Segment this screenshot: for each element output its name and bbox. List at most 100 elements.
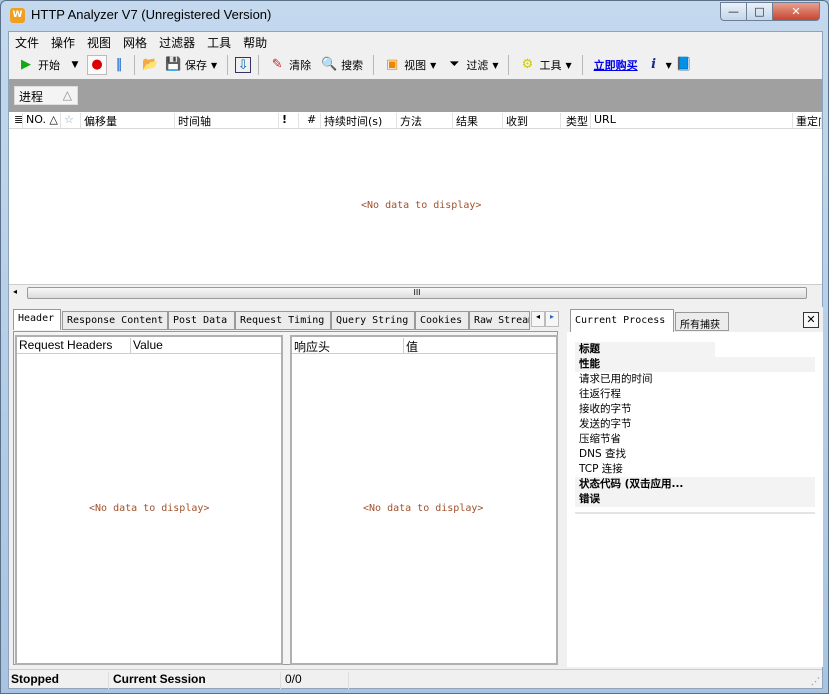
search-icon: 🔍 bbox=[321, 57, 338, 72]
group-by-panel: 进程 △ bbox=[9, 79, 822, 112]
tab-post-data[interactable]: Post Data bbox=[168, 311, 235, 330]
menu-grid[interactable]: 网格 bbox=[117, 32, 153, 52]
star-icon[interactable]: ☆ bbox=[61, 113, 81, 128]
pause-icon[interactable]: ‖ bbox=[111, 57, 127, 73]
buy-now-link[interactable]: 立即购买 bbox=[590, 57, 642, 73]
resize-grip-icon[interactable]: ⋰ bbox=[811, 676, 820, 687]
grid-header: ≣ NO. △ ☆ 偏移量 时间轴 ! # 持续时间(s) 方法 结果 收到 类… bbox=[9, 112, 822, 129]
save-button[interactable]: 💾 保存 ▼ bbox=[162, 57, 220, 73]
menu-file[interactable]: 文件 bbox=[9, 32, 45, 52]
col-url[interactable]: URL bbox=[591, 113, 793, 128]
eraser-icon: ✎ bbox=[271, 57, 283, 72]
search-label: 搜索 bbox=[341, 59, 364, 72]
menu-filter[interactable]: 过滤器 bbox=[153, 32, 201, 52]
minimize-button[interactable]: — bbox=[720, 2, 747, 21]
col-redirect[interactable]: 重定向 bbox=[793, 113, 822, 128]
col-request-headers[interactable]: Request Headers bbox=[17, 338, 131, 353]
property-row[interactable]: 压缩节省 bbox=[575, 432, 815, 447]
close-window-button[interactable]: ✕ bbox=[772, 2, 820, 21]
col-result[interactable]: 结果 bbox=[453, 113, 503, 128]
tab-query-string[interactable]: Query String bbox=[331, 311, 415, 330]
tab-request-timing[interactable]: Request Timing bbox=[235, 311, 331, 330]
view-dropdown-icon: ▼ bbox=[430, 60, 437, 70]
clear-button[interactable]: ✎ 清除 bbox=[266, 57, 314, 73]
start-dropdown-icon[interactable]: ▼ bbox=[67, 57, 83, 73]
floppy-icon: 💾 bbox=[165, 57, 182, 72]
separator bbox=[134, 55, 135, 75]
toolbar: ▶ 开始 ▼ ● ‖ 📂 💾 保存 ▼ ⇩ ✎ 清除 🔍 搜索 ▣ 视图 ▼ ⏷ 过滤 ▼ ⚙ 工具… bbox=[9, 52, 822, 78]
help-book-icon[interactable]: 📘 bbox=[676, 57, 692, 73]
property-row[interactable]: 标题 bbox=[575, 342, 715, 357]
app-window: W HTTP Analyzer V7 (Unregistered Version… bbox=[0, 0, 829, 694]
app-logo-icon: W bbox=[10, 8, 25, 23]
request-headers-list[interactable]: Request Headers Value <No data to displa… bbox=[15, 335, 283, 665]
menu-view[interactable]: 视图 bbox=[81, 32, 117, 52]
view-label: 视图 bbox=[404, 59, 427, 72]
property-row[interactable]: 往返行程 bbox=[575, 387, 815, 402]
response-headers-empty: <No data to display> bbox=[363, 503, 484, 514]
filter-button[interactable]: ⏷ 过滤 ▼ bbox=[443, 57, 501, 73]
funnel-icon: ⏷ bbox=[449, 57, 460, 72]
download-icon[interactable]: ⇩ bbox=[235, 57, 252, 73]
col-no[interactable]: NO. △ bbox=[23, 113, 61, 128]
save-label: 保存 bbox=[185, 59, 207, 72]
property-row[interactable]: 请求已用的时间 bbox=[575, 372, 815, 387]
separator bbox=[581, 55, 583, 75]
tab-header[interactable]: Header bbox=[13, 309, 61, 330]
start-button[interactable]: ▶ 开始 bbox=[15, 57, 63, 73]
tab-raw-stream[interactable]: Raw Stream bbox=[469, 311, 530, 330]
maximize-button[interactable]: □ bbox=[746, 2, 773, 21]
tools-dropdown-icon: ▼ bbox=[565, 60, 572, 70]
property-row[interactable]: 状态代码 (双击应用... bbox=[575, 477, 815, 492]
process-tab-strip: Current Process 所有捕获 ✕ bbox=[567, 307, 823, 332]
record-icon[interactable]: ● bbox=[87, 55, 107, 75]
menu-action[interactable]: 操作 bbox=[45, 32, 81, 52]
tab-current-process[interactable]: Current Process bbox=[570, 309, 674, 332]
col-duration[interactable]: 持续时间(s) bbox=[321, 113, 397, 128]
col-response-value[interactable]: 值 bbox=[404, 338, 554, 354]
col-received[interactable]: 收到 bbox=[503, 113, 561, 128]
tab-cookies[interactable]: Cookies bbox=[415, 311, 469, 330]
property-row[interactable]: TCP 连接 bbox=[575, 462, 815, 477]
sessions-grid[interactable]: <No data to display> bbox=[9, 129, 822, 284]
property-row[interactable]: 性能 bbox=[575, 357, 815, 372]
play-icon: ▶ bbox=[21, 57, 31, 72]
column-chooser-icon[interactable]: ≣ bbox=[11, 113, 23, 128]
tabs-scroll-left-icon[interactable]: ◂ bbox=[531, 311, 545, 327]
property-row[interactable]: 接收的字节 bbox=[575, 402, 815, 417]
info-dropdown-icon[interactable]: ▼ bbox=[666, 61, 672, 70]
request-headers-empty: <No data to display> bbox=[89, 503, 210, 514]
group-chip-process[interactable]: 进程 △ bbox=[14, 86, 78, 105]
col-flag[interactable]: ! bbox=[279, 113, 299, 128]
separator bbox=[258, 55, 260, 75]
tools-button[interactable]: ⚙ 工具 ▼ bbox=[516, 57, 574, 73]
scroll-left-icon[interactable]: ◂ bbox=[13, 287, 17, 296]
tab-all-captures[interactable]: 所有捕获 bbox=[675, 312, 729, 331]
grid-horizontal-scrollbar[interactable]: ◂ III bbox=[9, 284, 822, 300]
tab-response-content[interactable]: Response Content bbox=[62, 311, 168, 330]
tabs-scroll-right-icon[interactable]: ▸ bbox=[545, 311, 559, 327]
menu-help[interactable]: 帮助 bbox=[237, 32, 273, 52]
search-button[interactable]: 🔍 搜索 bbox=[318, 57, 366, 73]
info-icon[interactable]: i bbox=[646, 57, 662, 73]
detail-tab-strip: Header Response Content Post Data Reques… bbox=[13, 309, 559, 333]
col-hash[interactable]: # bbox=[299, 113, 321, 128]
gear-icon: ⚙ bbox=[521, 57, 534, 72]
col-value[interactable]: Value bbox=[131, 338, 281, 353]
col-type[interactable]: 类型 bbox=[561, 113, 591, 128]
property-row[interactable]: 错误 bbox=[575, 492, 815, 507]
view-button[interactable]: ▣ 视图 ▼ bbox=[381, 57, 439, 73]
start-label: 开始 bbox=[38, 59, 60, 72]
open-folder-icon[interactable]: 📂 bbox=[142, 57, 158, 73]
property-row[interactable]: DNS 查找 bbox=[575, 447, 815, 462]
property-row[interactable]: 发送的字节 bbox=[575, 417, 815, 432]
scrollbar-thumb[interactable]: III bbox=[27, 287, 807, 299]
col-offset[interactable]: 偏移量 bbox=[81, 113, 175, 128]
col-timeline[interactable]: 时间轴 bbox=[175, 113, 279, 128]
menu-tools[interactable]: 工具 bbox=[201, 32, 237, 52]
response-headers-list[interactable]: 响应头 值 <No data to display> bbox=[290, 335, 558, 665]
sort-icon: △ bbox=[62, 88, 72, 102]
col-method[interactable]: 方法 bbox=[397, 113, 453, 128]
close-panel-icon[interactable]: ✕ bbox=[803, 312, 819, 328]
col-response-header[interactable]: 响应头 bbox=[292, 338, 404, 354]
